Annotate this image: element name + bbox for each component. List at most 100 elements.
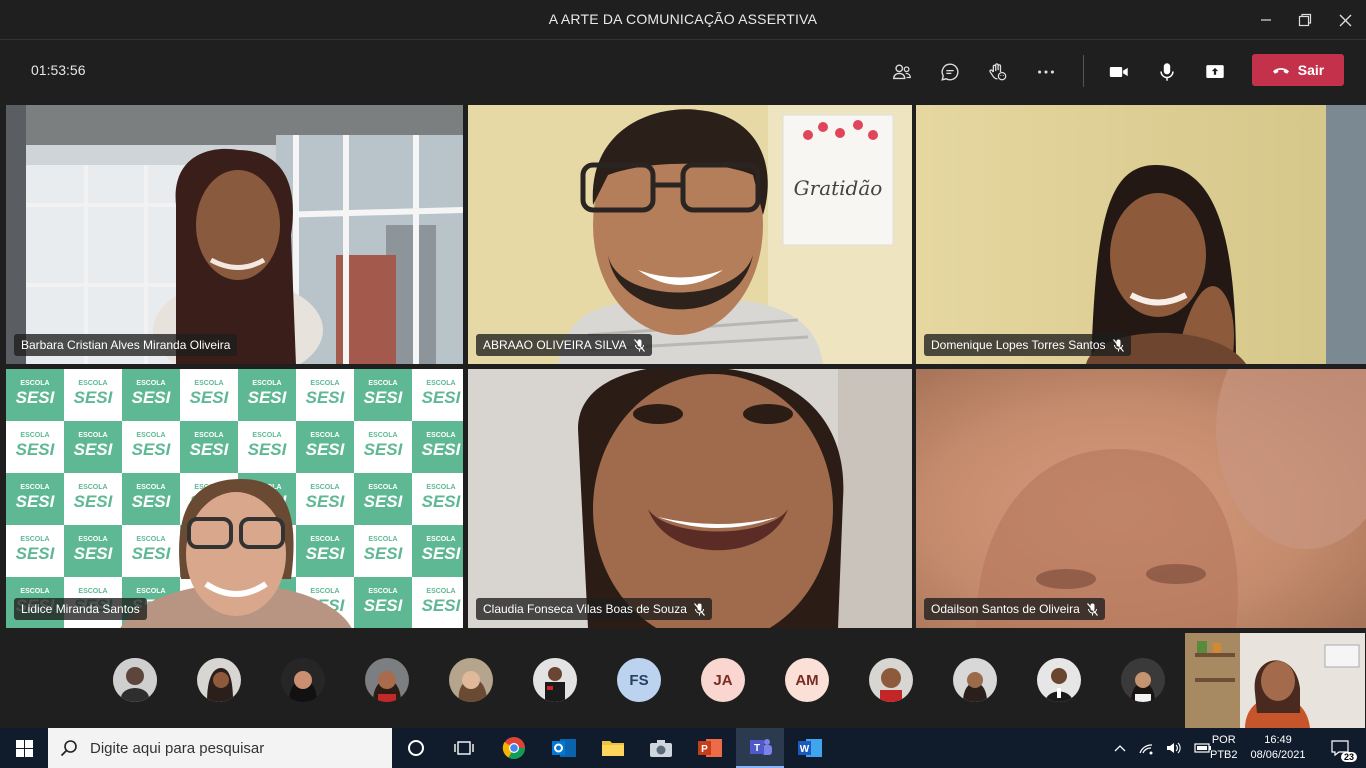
- wifi-icon[interactable]: [1138, 741, 1154, 755]
- show-chat-button[interactable]: [933, 55, 967, 89]
- backdrop-brand-text: SESI: [248, 440, 288, 459]
- video-tile-4[interactable]: ESCOLA SESI ESCOLA SESI ESCOLA SESI ESCOLA SESI…: [6, 369, 463, 628]
- participant-nametag: Lidice Miranda Santos: [14, 598, 147, 620]
- start-button[interactable]: [0, 728, 48, 768]
- backdrop-brand-subtext: ESCOLA: [78, 380, 107, 387]
- backdrop-brand-subtext: ESCOLA: [310, 536, 339, 543]
- participant-name: Odailson Santos de Oliveira: [931, 602, 1080, 616]
- backdrop-brand-subtext: ESCOLA: [20, 432, 49, 439]
- window-titlebar: A ARTE DA COMUNICAÇÃO ASSERTIVA: [0, 0, 1366, 40]
- participant-avatar[interactable]: [953, 658, 997, 702]
- backdrop-brand-text: SESI: [16, 492, 56, 511]
- video-tile-6[interactable]: Odailson Santos de Oliveira: [916, 369, 1366, 628]
- word-app[interactable]: W: [786, 728, 834, 768]
- backdrop-brand-text: SESI: [132, 544, 172, 563]
- share-screen-button[interactable]: [1198, 55, 1232, 89]
- backdrop-brand-text: SESI: [16, 440, 56, 459]
- restore-button[interactable]: [1290, 6, 1320, 34]
- participant-avatar[interactable]: [113, 658, 157, 702]
- backdrop-brand-subtext: ESCOLA: [20, 380, 49, 387]
- participant-avatar[interactable]: JA: [701, 658, 745, 702]
- close-icon: [1339, 14, 1351, 26]
- show-participants-button[interactable]: [885, 55, 919, 89]
- share-screen-icon: [1206, 65, 1224, 78]
- backdrop-brand-subtext: ESCOLA: [310, 484, 339, 491]
- backdrop-brand-subtext: ESCOLA: [78, 432, 107, 439]
- backdrop-brand-subtext: ESCOLA: [252, 380, 281, 387]
- outlook-icon: [552, 739, 576, 757]
- backdrop-brand-text: SESI: [190, 440, 230, 459]
- file-explorer-app[interactable]: [589, 728, 637, 768]
- powerpoint-app[interactable]: P: [686, 728, 734, 768]
- minimize-button[interactable]: [1251, 6, 1281, 34]
- mic-muted-icon: [693, 602, 705, 616]
- backdrop-brand-subtext: ESCOLA: [78, 536, 107, 543]
- backdrop-brand-text: SESI: [306, 388, 346, 407]
- teams-app[interactable]: T: [736, 728, 784, 768]
- video-feed: Gratidão: [468, 105, 912, 364]
- restore-icon: [1298, 13, 1312, 27]
- participant-avatar[interactable]: [1037, 658, 1081, 702]
- notifications-button[interactable]: 23: [1318, 728, 1362, 768]
- chevron-up-icon[interactable]: [1114, 744, 1126, 752]
- backdrop-brand-subtext: ESCOLA: [426, 432, 455, 439]
- participant-name: Barbara Cristian Alves Miranda Oliveira: [21, 338, 231, 352]
- participant-name: ABRAAO OLIVEIRA SILVA: [483, 338, 627, 352]
- leave-label: Sair: [1297, 62, 1325, 78]
- language-code: POR: [1211, 734, 1236, 746]
- close-window-button[interactable]: [1330, 6, 1360, 34]
- teams-icon: T: [750, 739, 772, 755]
- meeting-controls-bar: 01:53:56 Sair: [0, 41, 1366, 103]
- camera-toggle-button[interactable]: [1102, 55, 1136, 89]
- participant-avatar[interactable]: [197, 658, 241, 702]
- backdrop-brand-text: SESI: [364, 596, 404, 615]
- mic-muted-icon: [633, 338, 645, 352]
- reactions-button[interactable]: [980, 55, 1014, 89]
- participant-avatar[interactable]: [1121, 658, 1165, 702]
- participant-avatar[interactable]: [365, 658, 409, 702]
- camera-app[interactable]: [637, 728, 685, 768]
- clock-date: 08/06/2021: [1250, 749, 1306, 761]
- backdrop-brand-text: SESI: [74, 544, 114, 563]
- microphone-toggle-button[interactable]: [1150, 55, 1184, 89]
- video-tile-1[interactable]: Barbara Cristian Alves Miranda Oliveira: [6, 105, 463, 364]
- participant-avatar[interactable]: [533, 658, 577, 702]
- task-view-button[interactable]: [440, 728, 488, 768]
- participant-avatar[interactable]: [449, 658, 493, 702]
- cortana-icon: [408, 740, 424, 756]
- backdrop-brand-text: SESI: [74, 492, 114, 511]
- window-title: A ARTE DA COMUNICAÇÃO ASSERTIVA: [548, 11, 818, 27]
- backdrop-brand-text: SESI: [306, 492, 346, 511]
- poster-text: Gratidão: [794, 176, 883, 200]
- self-video-preview[interactable]: [1185, 633, 1365, 728]
- backdrop-brand-subtext: ESCOLA: [426, 484, 455, 491]
- windows-taskbar: Digite aqui para pesquisar P T W POR PTB…: [0, 728, 1366, 768]
- chrome-app[interactable]: [490, 728, 538, 768]
- volume-icon[interactable]: [1166, 741, 1182, 755]
- participant-name: Lidice Miranda Santos: [21, 602, 140, 616]
- backdrop-brand-text: SESI: [422, 388, 462, 407]
- chat-icon: [941, 63, 959, 81]
- cortana-button[interactable]: [392, 728, 440, 768]
- video-tile-2[interactable]: Gratidão ABRAAO OLIVEIRA SILVA: [468, 105, 912, 364]
- participant-nametag: Domenique Lopes Torres Santos: [924, 334, 1131, 356]
- video-tile-5[interactable]: Claudia Fonseca Vilas Boas de Souza: [468, 369, 912, 628]
- clock[interactable]: 16:49 08/06/2021: [1246, 728, 1310, 768]
- participant-avatar[interactable]: AM: [785, 658, 829, 702]
- participant-avatar[interactable]: [869, 658, 913, 702]
- participant-avatar[interactable]: [281, 658, 325, 702]
- language-indicator[interactable]: POR PTB2: [1210, 728, 1238, 768]
- outlook-app[interactable]: [540, 728, 588, 768]
- taskbar-search[interactable]: Digite aqui para pesquisar: [48, 728, 392, 768]
- video-tile-3[interactable]: Domenique Lopes Torres Santos: [916, 105, 1366, 364]
- backdrop-brand-text: SESI: [364, 388, 404, 407]
- backdrop-brand-text: SESI: [74, 440, 114, 459]
- backdrop-brand-subtext: ESCOLA: [194, 380, 223, 387]
- leave-call-button[interactable]: Sair: [1252, 54, 1344, 86]
- participant-avatar[interactable]: FS: [617, 658, 661, 702]
- participant-nametag: ABRAAO OLIVEIRA SILVA: [476, 334, 652, 356]
- chrome-icon: [502, 737, 525, 759]
- participants-icon: [893, 64, 911, 80]
- backdrop-brand-subtext: ESCOLA: [310, 432, 339, 439]
- more-actions-button[interactable]: [1029, 55, 1063, 89]
